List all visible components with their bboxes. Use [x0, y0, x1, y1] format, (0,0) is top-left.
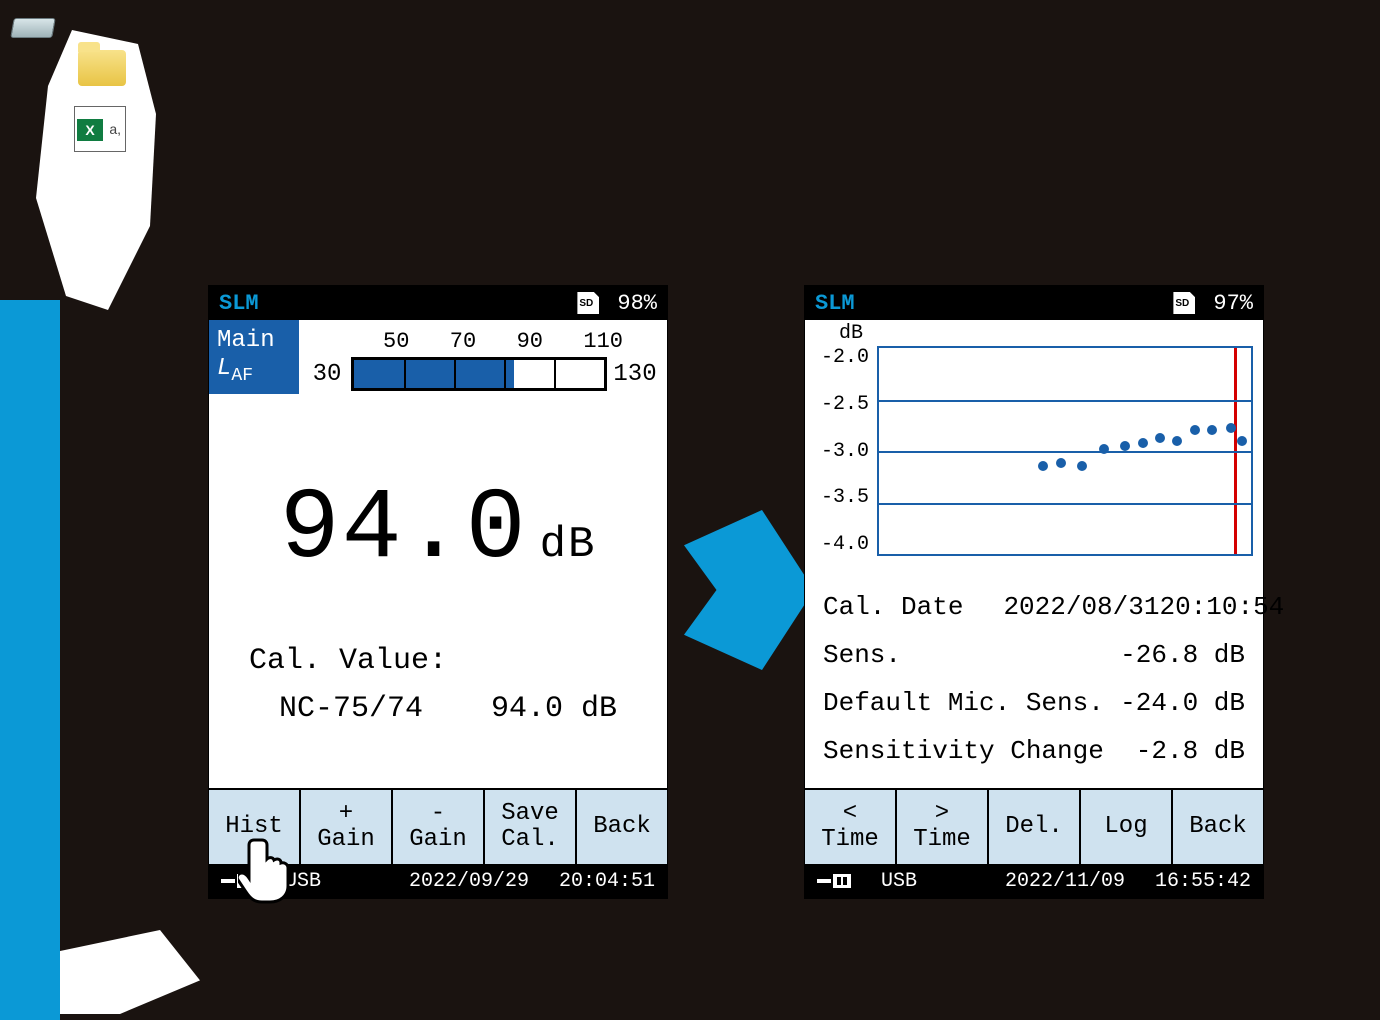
- cal-value-label: Cal. Value:: [249, 637, 627, 685]
- back-button[interactable]: Back: [1173, 790, 1263, 864]
- save-cal-button[interactable]: SaveCal.: [485, 790, 577, 864]
- cal-value: 94.0 dB: [491, 685, 617, 733]
- time-prev-button[interactable]: <Time: [805, 790, 897, 864]
- back-button[interactable]: Back: [577, 790, 667, 864]
- spl-value: 94.0: [280, 474, 528, 587]
- spl-reading: 94.0dB: [209, 474, 667, 587]
- cal-model: NC-75/74: [279, 685, 423, 733]
- sd-card-icon: [577, 292, 599, 314]
- folder-icon[interactable]: [78, 50, 126, 86]
- level-bar-row: Main LAF 50 70 90 110 30 130: [209, 320, 667, 394]
- chart-plot-area: [877, 346, 1253, 556]
- device-header: SLM 98%: [209, 286, 667, 320]
- drive-icon[interactable]: [10, 18, 56, 38]
- battery-level: 97%: [1213, 291, 1253, 316]
- excel-file-icon[interactable]: Xa,: [74, 106, 126, 152]
- sensitivity-chart: dB -2.0-2.5-3.0-3.5-4.0: [805, 320, 1263, 562]
- usb-plug-icon: [817, 874, 851, 888]
- main-tab-label: Main: [217, 327, 275, 355]
- time-next-button[interactable]: >Time: [897, 790, 989, 864]
- delete-button[interactable]: Del.: [989, 790, 1081, 864]
- softkey-bar: <Time >Time Del. Log Back: [805, 788, 1263, 864]
- bar-max: 130: [607, 361, 663, 388]
- device-footer: USB 2022/11/09 16:55:42: [805, 864, 1263, 898]
- battery-level: 98%: [617, 291, 657, 316]
- sd-card-icon: [1173, 292, 1195, 314]
- footer-date: 2022/11/09: [1005, 870, 1125, 893]
- gain-up-button[interactable]: +Gain: [301, 790, 393, 864]
- slm-calibration-screen: SLM 98% Main LAF 50 70 90 110 30: [208, 285, 668, 899]
- blue-arrow-shape: [684, 510, 814, 670]
- default-sens-value: -24.0 dB: [1120, 688, 1245, 718]
- bar-min: 30: [303, 361, 351, 388]
- calibration-details: Cal. Date 2022/08/31 20:10:54 Sens. -26.…: [805, 592, 1263, 766]
- cal-date-label: Cal. Date: [823, 592, 963, 622]
- main-tab[interactable]: Main LAF: [209, 320, 299, 394]
- gain-down-button[interactable]: -Gain: [393, 790, 485, 864]
- sens-label: Sens.: [823, 640, 901, 670]
- bar-tick-labels: 50 70 90 110: [303, 320, 663, 354]
- footer-time: 20:04:51: [559, 870, 655, 893]
- footer-date: 2022/09/29: [409, 870, 529, 893]
- app-title: SLM: [815, 291, 855, 316]
- device-header: SLM 97%: [805, 286, 1263, 320]
- chart-y-ticks: -2.0-2.5-3.0-3.5-4.0: [805, 346, 873, 556]
- spl-unit: dB: [540, 520, 597, 570]
- default-sens-label: Default Mic. Sens.: [823, 688, 1104, 718]
- connection-label: USB: [881, 870, 917, 893]
- sens-change-label: Sensitivity Change: [823, 736, 1104, 766]
- laf-label: LAF: [217, 355, 253, 386]
- footer-time: 16:55:42: [1155, 870, 1251, 893]
- blue-side-shape: [0, 300, 60, 1020]
- level-bar: [351, 357, 607, 391]
- hand-cursor-icon: [238, 834, 298, 904]
- sens-value: -26.8 dB: [1120, 640, 1245, 670]
- slm-history-screen: SLM 97% dB -2.0-2.5-3.0-3.5-4.0 Cal. Dat…: [804, 285, 1264, 899]
- cal-date-value: 2022/08/31: [1003, 592, 1159, 622]
- log-button[interactable]: Log: [1081, 790, 1173, 864]
- calibration-info: Cal. Value: NC-75/74 94.0 dB: [209, 637, 667, 733]
- sens-change-value: -2.8 dB: [1136, 736, 1245, 766]
- chart-y-unit: dB: [839, 322, 863, 345]
- app-title: SLM: [219, 291, 259, 316]
- cal-time-value: 20:10:54: [1159, 592, 1284, 622]
